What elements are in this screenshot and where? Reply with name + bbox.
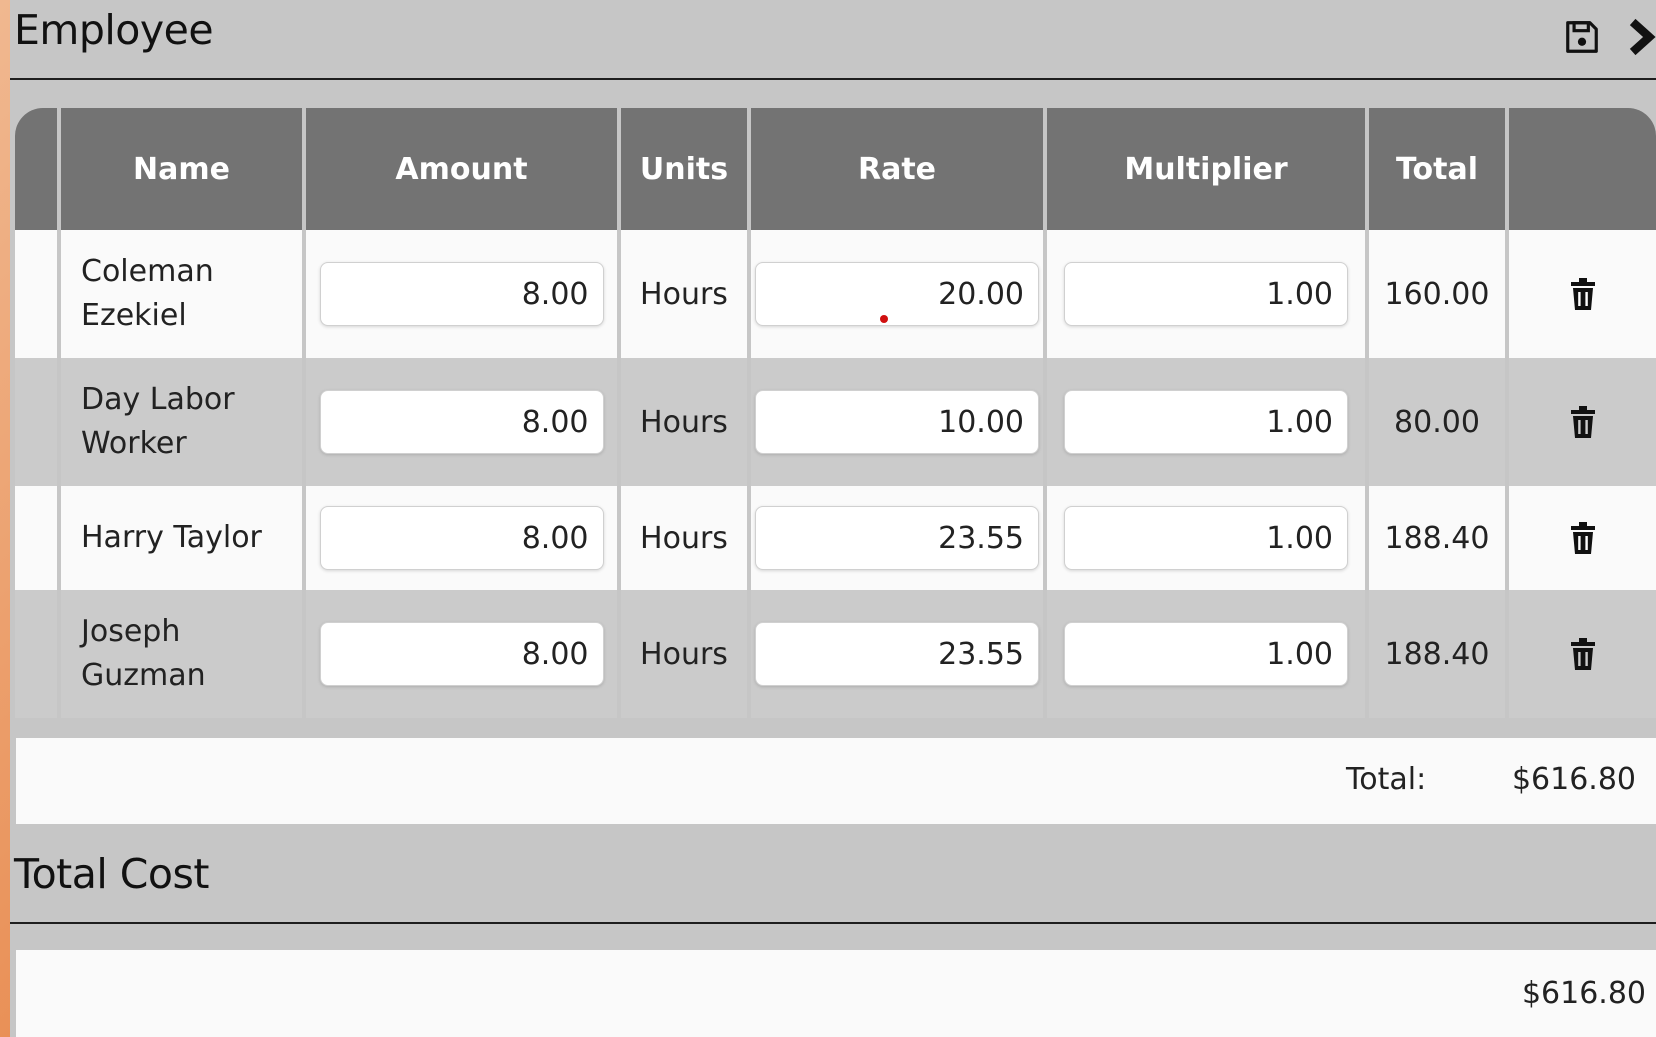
table-row: Harry Taylor Hours 188.40 [15,486,1656,590]
column-header-multiplier[interactable]: Multiplier [1047,108,1369,230]
row-handle [15,230,61,358]
employee-name: Harry Taylor [61,486,306,590]
amount-input[interactable] [319,506,604,570]
employee-name: Day Labor Worker [61,358,306,486]
employee-summary-bar: Total: $616.80 [16,738,1656,824]
save-icon[interactable] [1560,15,1604,59]
row-handle [15,358,61,486]
total-cost-section-header: Total Cost [10,842,1656,924]
table-row: Coleman Ezekiel Hours 160.00 [15,230,1656,358]
multiplier-input[interactable] [1064,506,1348,570]
units-value: Hours [621,230,751,358]
amount-input[interactable] [319,390,604,454]
trash-icon[interactable] [1509,406,1656,438]
total-cost-box: $616.80 [16,950,1656,1037]
row-total: 80.00 [1369,358,1509,486]
cursor-marker [880,315,888,323]
row-total: 188.40 [1369,590,1509,718]
employee-name: Joseph Guzman [61,590,306,718]
employee-name-line1: Coleman [81,254,214,289]
employee-section-header: Employee [10,0,1656,80]
multiplier-input[interactable] [1064,390,1348,454]
estimate-panel: Employee Name Amount Units Rate Multipli… [10,0,1656,1037]
employee-name-line1: Day Labor [81,382,235,417]
rate-input[interactable] [755,262,1039,326]
trash-icon[interactable] [1509,522,1656,554]
row-total: 160.00 [1369,230,1509,358]
table-row: Day Labor Worker Hours 80.00 [15,358,1656,486]
table-row: Joseph Guzman Hours 188.40 [15,590,1656,718]
total-cost-section-title: Total Cost [14,850,209,898]
units-value: Hours [621,358,751,486]
employee-name-line1: Harry Taylor [81,520,262,555]
rate-input[interactable] [755,390,1039,454]
chevron-right-icon[interactable] [1626,15,1656,59]
employee-name-line2: Guzman [81,658,206,693]
multiplier-input[interactable] [1064,622,1348,686]
row-handle [15,590,61,718]
column-header-handle [15,108,61,230]
employee-name-line1: Joseph [81,614,181,649]
column-header-rate[interactable]: Rate [751,108,1047,230]
employee-name-line2: Ezekiel [81,298,187,333]
amount-input[interactable] [319,622,604,686]
row-handle [15,486,61,590]
employee-table: Name Amount Units Rate Multiplier Total … [15,108,1656,718]
amount-input[interactable] [319,262,604,326]
employee-name-line2: Worker [81,426,187,461]
rate-input[interactable] [755,622,1039,686]
column-header-amount[interactable]: Amount [306,108,621,230]
column-header-actions [1509,108,1656,230]
trash-icon[interactable] [1509,278,1656,310]
units-value: Hours [621,486,751,590]
column-header-total[interactable]: Total [1369,108,1509,230]
column-header-units[interactable]: Units [621,108,751,230]
multiplier-input[interactable] [1064,262,1348,326]
section-actions [1560,14,1656,60]
summary-total-value: $616.80 [1511,762,1636,797]
employee-name: Coleman Ezekiel [61,230,306,358]
employee-section-title: Employee [14,6,214,54]
units-value: Hours [621,590,751,718]
summary-total-label: Total: [1346,762,1427,797]
rate-input[interactable] [755,506,1039,570]
trash-icon[interactable] [1509,638,1656,670]
table-header-row: Name Amount Units Rate Multiplier Total [15,108,1656,230]
total-cost-value: $616.80 [1521,976,1646,1011]
row-total: 188.40 [1369,486,1509,590]
column-header-name[interactable]: Name [61,108,306,230]
